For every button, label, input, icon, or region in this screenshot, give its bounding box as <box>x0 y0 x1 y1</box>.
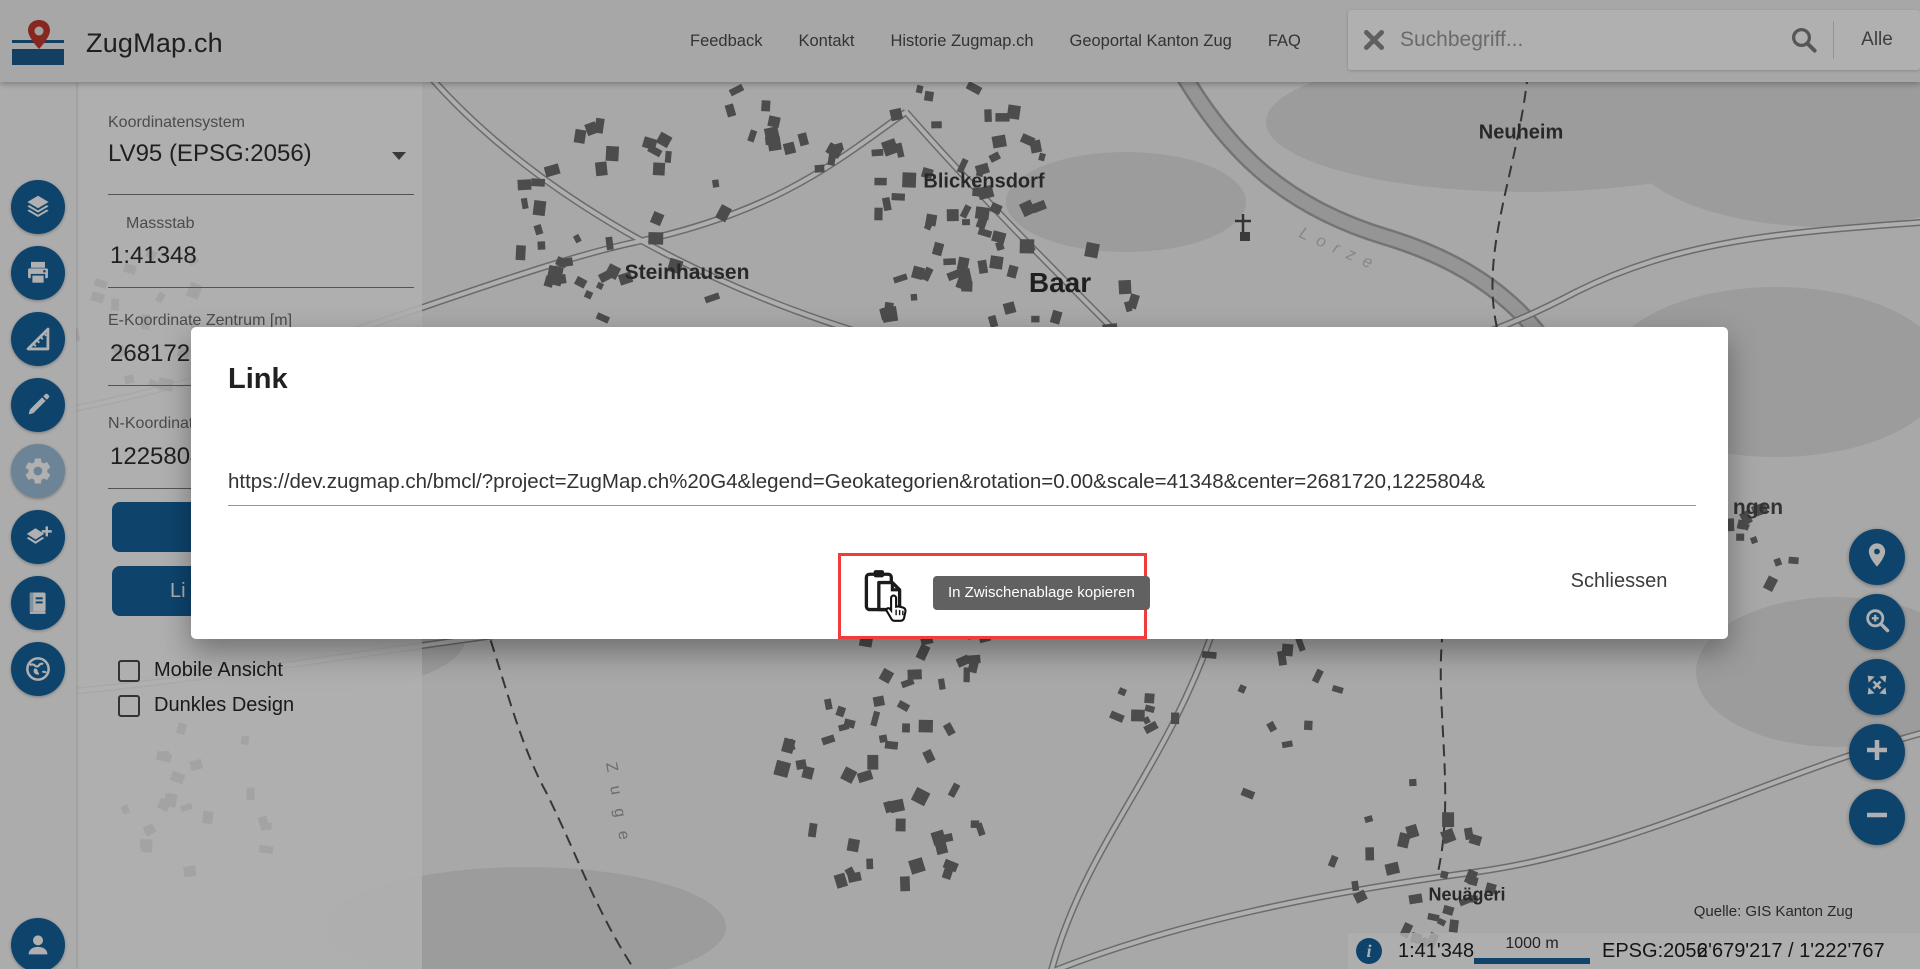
hand-cursor-icon <box>881 594 909 633</box>
link-url-field[interactable]: https://dev.zugmap.ch/bmcl/?project=ZugM… <box>228 470 1696 506</box>
copy-tooltip: In Zwischenablage kopieren <box>933 576 1150 610</box>
annotation-highlight-box: In Zwischenablage kopieren <box>838 553 1147 639</box>
link-dialog: Link https://dev.zugmap.ch/bmcl/?project… <box>191 327 1728 639</box>
zugmap-app: SteinhausenBlickensdorfBaarNeuheimLorzeN… <box>0 0 1920 969</box>
dialog-title: Link <box>228 363 288 396</box>
close-dialog-button[interactable]: Schliessen <box>1549 559 1689 603</box>
